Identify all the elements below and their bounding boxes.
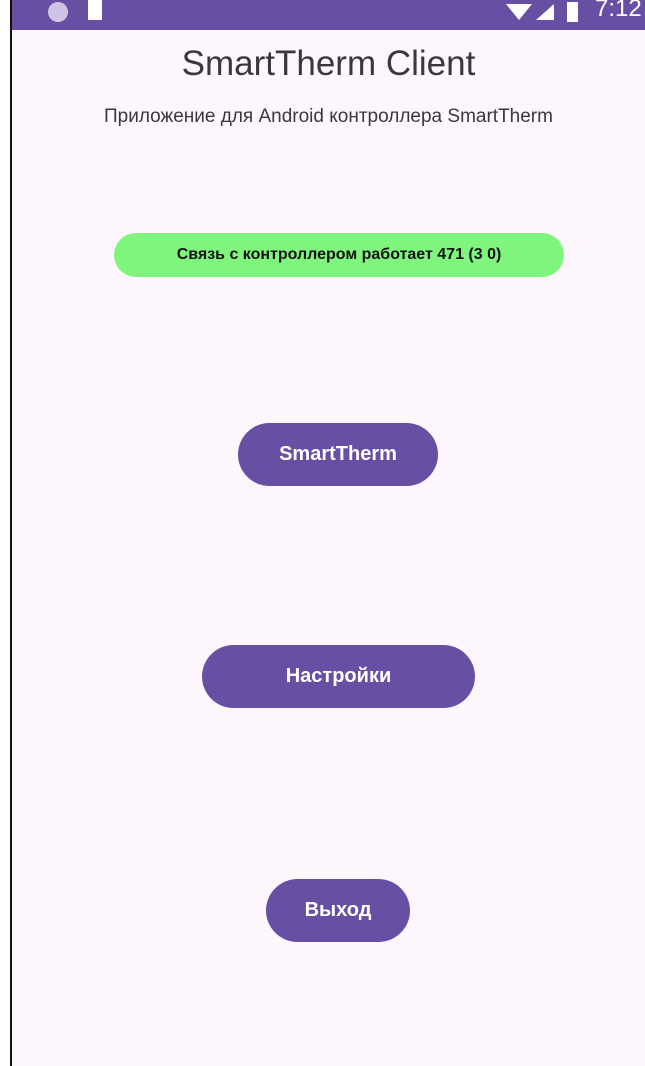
battery-icon <box>567 2 578 22</box>
app-screen: 7:12 SmartTherm Client Приложение для An… <box>10 0 645 1066</box>
app-subtitle: Приложение для Android контроллера Smart… <box>104 106 553 127</box>
notification-icon <box>48 2 68 22</box>
status-time: 7:12 <box>595 0 642 22</box>
smarttherm-button[interactable]: SmartTherm <box>238 423 438 486</box>
app-title: SmartTherm Client <box>181 44 476 83</box>
sim-card-icon <box>88 0 102 20</box>
exit-button[interactable]: Выход <box>266 879 410 942</box>
cell-signal-icon <box>536 4 554 20</box>
connection-status-badge: Связь с контроллером работает 471 (3 0) <box>114 233 564 277</box>
status-bar: 7:12 <box>12 0 645 30</box>
wifi-icon <box>506 4 532 20</box>
settings-button[interactable]: Настройки <box>202 645 475 708</box>
